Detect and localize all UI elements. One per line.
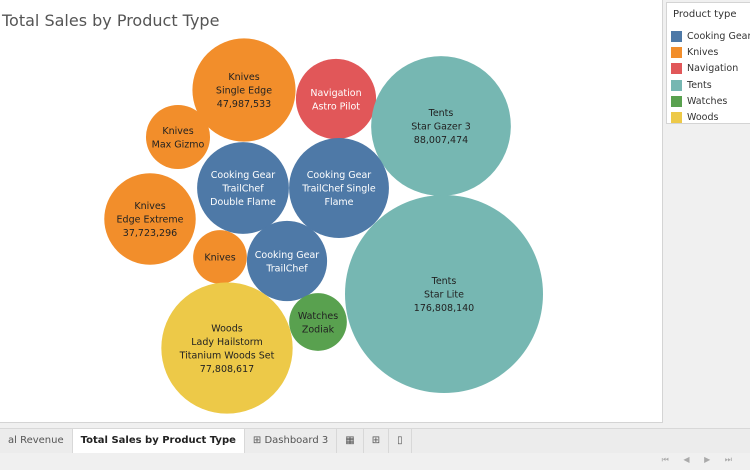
bubble-label: Max Gizmo	[152, 139, 205, 150]
legend-item[interactable]: Navigation	[671, 61, 750, 77]
legend-item[interactable]: Woods	[671, 109, 750, 125]
bubble-label: Cooking Gear	[211, 170, 275, 181]
bubble-label: Knives	[134, 201, 165, 212]
bubble-label: Titanium Woods Set	[179, 350, 275, 361]
legend-title: Product type	[673, 9, 737, 20]
legend-item[interactable]: Knives	[671, 44, 750, 60]
bubble-label: Astro Pilot	[312, 101, 360, 112]
bubble-label: Tents	[431, 276, 457, 287]
bubble-label: Zodiak	[302, 324, 335, 335]
bubble-label: 37,723,296	[123, 228, 177, 239]
status-bar	[0, 453, 750, 470]
tab-total-sales[interactable]: Total Sales by Product Type	[72, 429, 245, 453]
legend-label: Watches	[687, 95, 728, 107]
legend-item[interactable]: Cooking Gear	[671, 28, 750, 44]
bubble-label: Tents	[428, 108, 454, 119]
bubble[interactable]	[289, 293, 347, 351]
chart-panel: Total Sales by Product Type Knives Single…	[0, 0, 663, 423]
bubble-label: Flame	[324, 197, 353, 208]
legend-swatch	[671, 30, 682, 42]
bubble-label: Lady Hailstorm	[191, 337, 263, 348]
bubble-label: TrailChef	[221, 184, 264, 195]
legend-swatch	[671, 63, 682, 75]
bubble[interactable]	[246, 220, 328, 302]
bubble-label: Knives	[228, 72, 259, 83]
bubble[interactable]	[161, 282, 293, 414]
legend-item[interactable]: Tents	[671, 77, 750, 93]
legend-label: Knives	[687, 46, 719, 58]
bubble-label: Knives	[204, 253, 235, 264]
new-dashboard-icon: ⊞	[371, 435, 381, 446]
bubble-label: 88,007,474	[414, 135, 468, 146]
legend: Product type Cooking Gear Knives Navigatio…	[666, 2, 750, 124]
legend-label: Navigation	[687, 63, 739, 75]
bubble-label: Navigation	[310, 88, 361, 99]
bubble-label: Watches	[298, 311, 338, 322]
legend-item[interactable]: Watches	[671, 93, 750, 109]
bubble-label: Single Edge	[216, 86, 272, 97]
sheet-navigation[interactable]: ⏮ ◀ ▶ ⏭	[662, 455, 738, 465]
legend-swatch	[671, 112, 682, 124]
bubble-chart: Knives Single Edge 47,987,533 Navigation Ast…	[104, 38, 543, 414]
new-story-icon: ▯	[397, 435, 403, 446]
legend-label: Woods	[687, 112, 719, 124]
bubble-label: TrailChef	[265, 263, 308, 274]
bubble-label: Cooking Gear	[307, 170, 371, 181]
bubble-label: 47,987,533	[217, 99, 271, 110]
bubble-label: TrailChef Single	[301, 184, 376, 195]
new-dashboard-button[interactable]: ⊞	[364, 429, 390, 453]
dashboard-icon: ⊞	[252, 435, 265, 446]
bubble-label: Cooking Gear	[255, 250, 319, 261]
new-worksheet-icon: ▦	[345, 435, 355, 446]
bubble-label: Edge Extreme	[117, 215, 184, 226]
new-worksheet-button[interactable]: ▦	[337, 429, 364, 453]
legend-swatch	[671, 46, 682, 58]
legend-swatch	[671, 79, 682, 91]
tab-dashboard-3[interactable]: ⊞ Dashboard 3	[245, 429, 338, 453]
tab-revenue[interactable]: al Revenue	[0, 429, 73, 453]
bubble-label: Double Flame	[210, 197, 276, 208]
bubble-label: Star Lite	[424, 290, 464, 301]
bubble-label: Knives	[162, 126, 193, 137]
tab-label: Dashboard 3	[264, 435, 329, 446]
new-story-button[interactable]: ▯	[389, 429, 412, 453]
legend-label: Tents	[687, 79, 712, 91]
bubble-label: 77,808,617	[200, 364, 254, 375]
bubble[interactable]	[295, 58, 377, 140]
legend-label: Cooking Gear	[687, 30, 750, 42]
bubble-label: Star Gazer 3	[411, 122, 471, 133]
bubble[interactable]	[145, 104, 211, 170]
bubble-label: Woods	[211, 323, 242, 334]
bubble-label: 176,808,140	[414, 303, 474, 314]
sheet-tabs: al Revenue Total Sales by Product Type ⊞…	[0, 428, 750, 454]
legend-swatch	[671, 95, 682, 107]
